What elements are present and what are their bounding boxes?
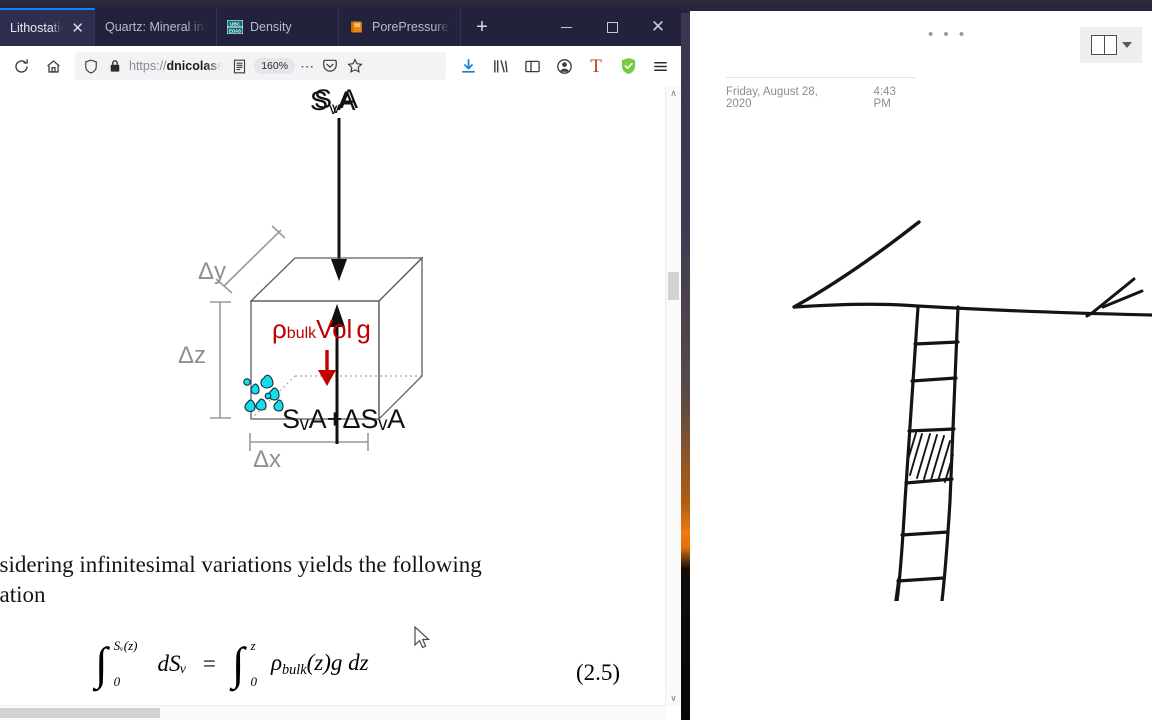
orange-book-icon xyxy=(349,19,365,35)
tab-quartz-mineral-info[interactable]: Quartz: Mineral info xyxy=(95,8,217,46)
figure-rho-symbol: ρ xyxy=(272,314,287,344)
svg-text:EOAS: EOAS xyxy=(229,28,241,33)
reader-mode-icon[interactable] xyxy=(229,52,249,80)
url-bar[interactable]: https://dnicolase 160% ⋯ xyxy=(75,52,446,80)
vertical-scrollbar-thumb[interactable] xyxy=(668,272,679,300)
svg-text:UBC: UBC xyxy=(230,21,241,26)
figure-vol-label: Vol xyxy=(316,314,353,344)
figure-rho-subscript: bulk xyxy=(286,325,317,342)
equation-2-5: ∫ Sᵥ(z) 0 dSᵥ = ∫ z 0 ρbulk(z)g dz xyxy=(95,638,369,690)
home-icon[interactable] xyxy=(39,52,67,80)
green-shield-icon[interactable] xyxy=(614,52,642,80)
integral-upper-limit: z xyxy=(250,638,256,653)
url-text[interactable]: https://dnicolase xyxy=(129,59,224,73)
web-page: SvA Δy Δz Δx ρbulkVol g S vA SᵥA+ΔSᵥA ns… xyxy=(0,86,666,706)
tab-close-icon[interactable]: ✕ xyxy=(69,21,84,36)
sidebar-icon[interactable] xyxy=(518,52,546,80)
lithostatic-cube-figure: SvA Δy Δz Δx ρbulkVol g S vA SᵥA+ΔSᵥA xyxy=(0,86,650,473)
integral-symbol: ∫ xyxy=(231,638,245,690)
figure-weight-expression: ρbulkVol g xyxy=(272,314,371,345)
integral-symbol: ∫ xyxy=(95,638,108,690)
vertical-scrollbar[interactable]: ∧ ∨ xyxy=(665,86,681,706)
maximize-icon xyxy=(606,21,618,33)
two-page-view-icon xyxy=(1090,35,1117,55)
tridactyl-icon[interactable]: T xyxy=(582,52,610,80)
account-icon[interactable] xyxy=(550,52,578,80)
horizontal-scrollbar[interactable] xyxy=(0,705,666,720)
svg-text:Δz: Δz xyxy=(178,342,206,369)
minimize-icon xyxy=(560,26,572,28)
close-button[interactable]: ✕ xyxy=(635,8,681,46)
firefox-browser-window: Lithostatic g ✕ Quartz: Mineral info UBC… xyxy=(0,8,681,720)
page-content-area: SvA Δy Δz Δx ρbulkVol g S vA SᵥA+ΔSᵥA ns… xyxy=(0,86,681,720)
paragraph-considering: nsidering infinitesimal variations yield… xyxy=(0,550,643,610)
new-tab-button[interactable]: + xyxy=(461,8,503,46)
figure-top-force-label: S vA xyxy=(310,86,356,118)
notes-overflow-menu-icon[interactable]: • • • xyxy=(928,27,967,42)
minimize-button[interactable] xyxy=(543,8,589,46)
paragraph-line: uation xyxy=(0,581,46,607)
mouse-cursor xyxy=(414,625,432,657)
browser-navigation-toolbar: https://dnicolase 160% ⋯ T xyxy=(0,46,681,86)
hamburger-menu-icon[interactable] xyxy=(646,52,674,80)
figure-bottom-force-label: SᵥA+ΔSᵥA xyxy=(282,404,406,434)
library-icon[interactable] xyxy=(486,52,514,80)
integral-limits: Sᵥ(z) 0 xyxy=(114,638,138,690)
equals-sign: = xyxy=(202,651,216,676)
figure-g-label: g xyxy=(356,314,371,344)
integrand-1: dSᵥ xyxy=(157,651,187,676)
ubc-eoas-icon: UBC EOAS xyxy=(227,19,243,35)
tab-strip: Lithostatic g ✕ Quartz: Mineral info UBC… xyxy=(0,8,503,46)
download-arrow-icon[interactable] xyxy=(454,52,482,80)
notes-app-window: • • • Friday, August 28, 2020 4:43 PM xyxy=(690,11,1152,720)
integral-lower-limit: 0 xyxy=(250,674,258,689)
maximize-button[interactable] xyxy=(589,8,635,46)
integral-lower-limit: 0 xyxy=(113,674,121,689)
page-view-button[interactable] xyxy=(1080,27,1142,63)
horizontal-scrollbar-thumb[interactable] xyxy=(0,708,160,718)
padlock-icon[interactable] xyxy=(106,52,124,80)
star-icon[interactable] xyxy=(345,52,365,80)
integral-limits: z 0 xyxy=(251,638,258,690)
pocket-icon[interactable] xyxy=(320,52,340,80)
tab-porepressureve[interactable]: PorePressureVe xyxy=(339,8,461,46)
notes-toolbar: • • • xyxy=(690,11,1152,63)
equation-number: (2.5) xyxy=(576,660,621,685)
hand-drawn-sketch[interactable] xyxy=(690,101,1152,603)
svg-text:Δy: Δy xyxy=(198,258,226,285)
tab-lithostatic[interactable]: Lithostatic g ✕ xyxy=(0,8,95,46)
paragraph-line: nsidering infinitesimal variations yield… xyxy=(0,552,482,577)
shield-icon[interactable] xyxy=(81,52,101,80)
integral-upper-limit: Sᵥ(z) xyxy=(113,638,138,653)
tab-density[interactable]: UBC EOAS Density xyxy=(217,8,339,46)
scroll-up-arrow-icon[interactable]: ∧ xyxy=(666,86,681,101)
ellipsis-icon[interactable]: ⋯ xyxy=(300,58,315,73)
reload-icon[interactable] xyxy=(7,52,35,80)
integrand-2: ρbulk(z)g dz xyxy=(271,649,369,678)
tab-label: Quartz: Mineral info xyxy=(105,20,206,34)
tab-label: PorePressureVe xyxy=(372,20,450,34)
tab-label: Lithostatic g xyxy=(10,21,63,35)
window-controls: ✕ xyxy=(543,8,681,46)
zoom-level-badge[interactable]: 160% xyxy=(254,57,296,75)
tab-label: Density xyxy=(250,20,292,34)
scroll-down-arrow-icon[interactable]: ∨ xyxy=(666,691,681,706)
browser-title-bar: Lithostatic g ✕ Quartz: Mineral info UBC… xyxy=(0,8,681,46)
figure-dim-x-label: Δx xyxy=(253,446,282,473)
figure-weight-arrow-icon xyxy=(318,350,336,386)
chevron-down-icon[interactable] xyxy=(1121,42,1132,48)
